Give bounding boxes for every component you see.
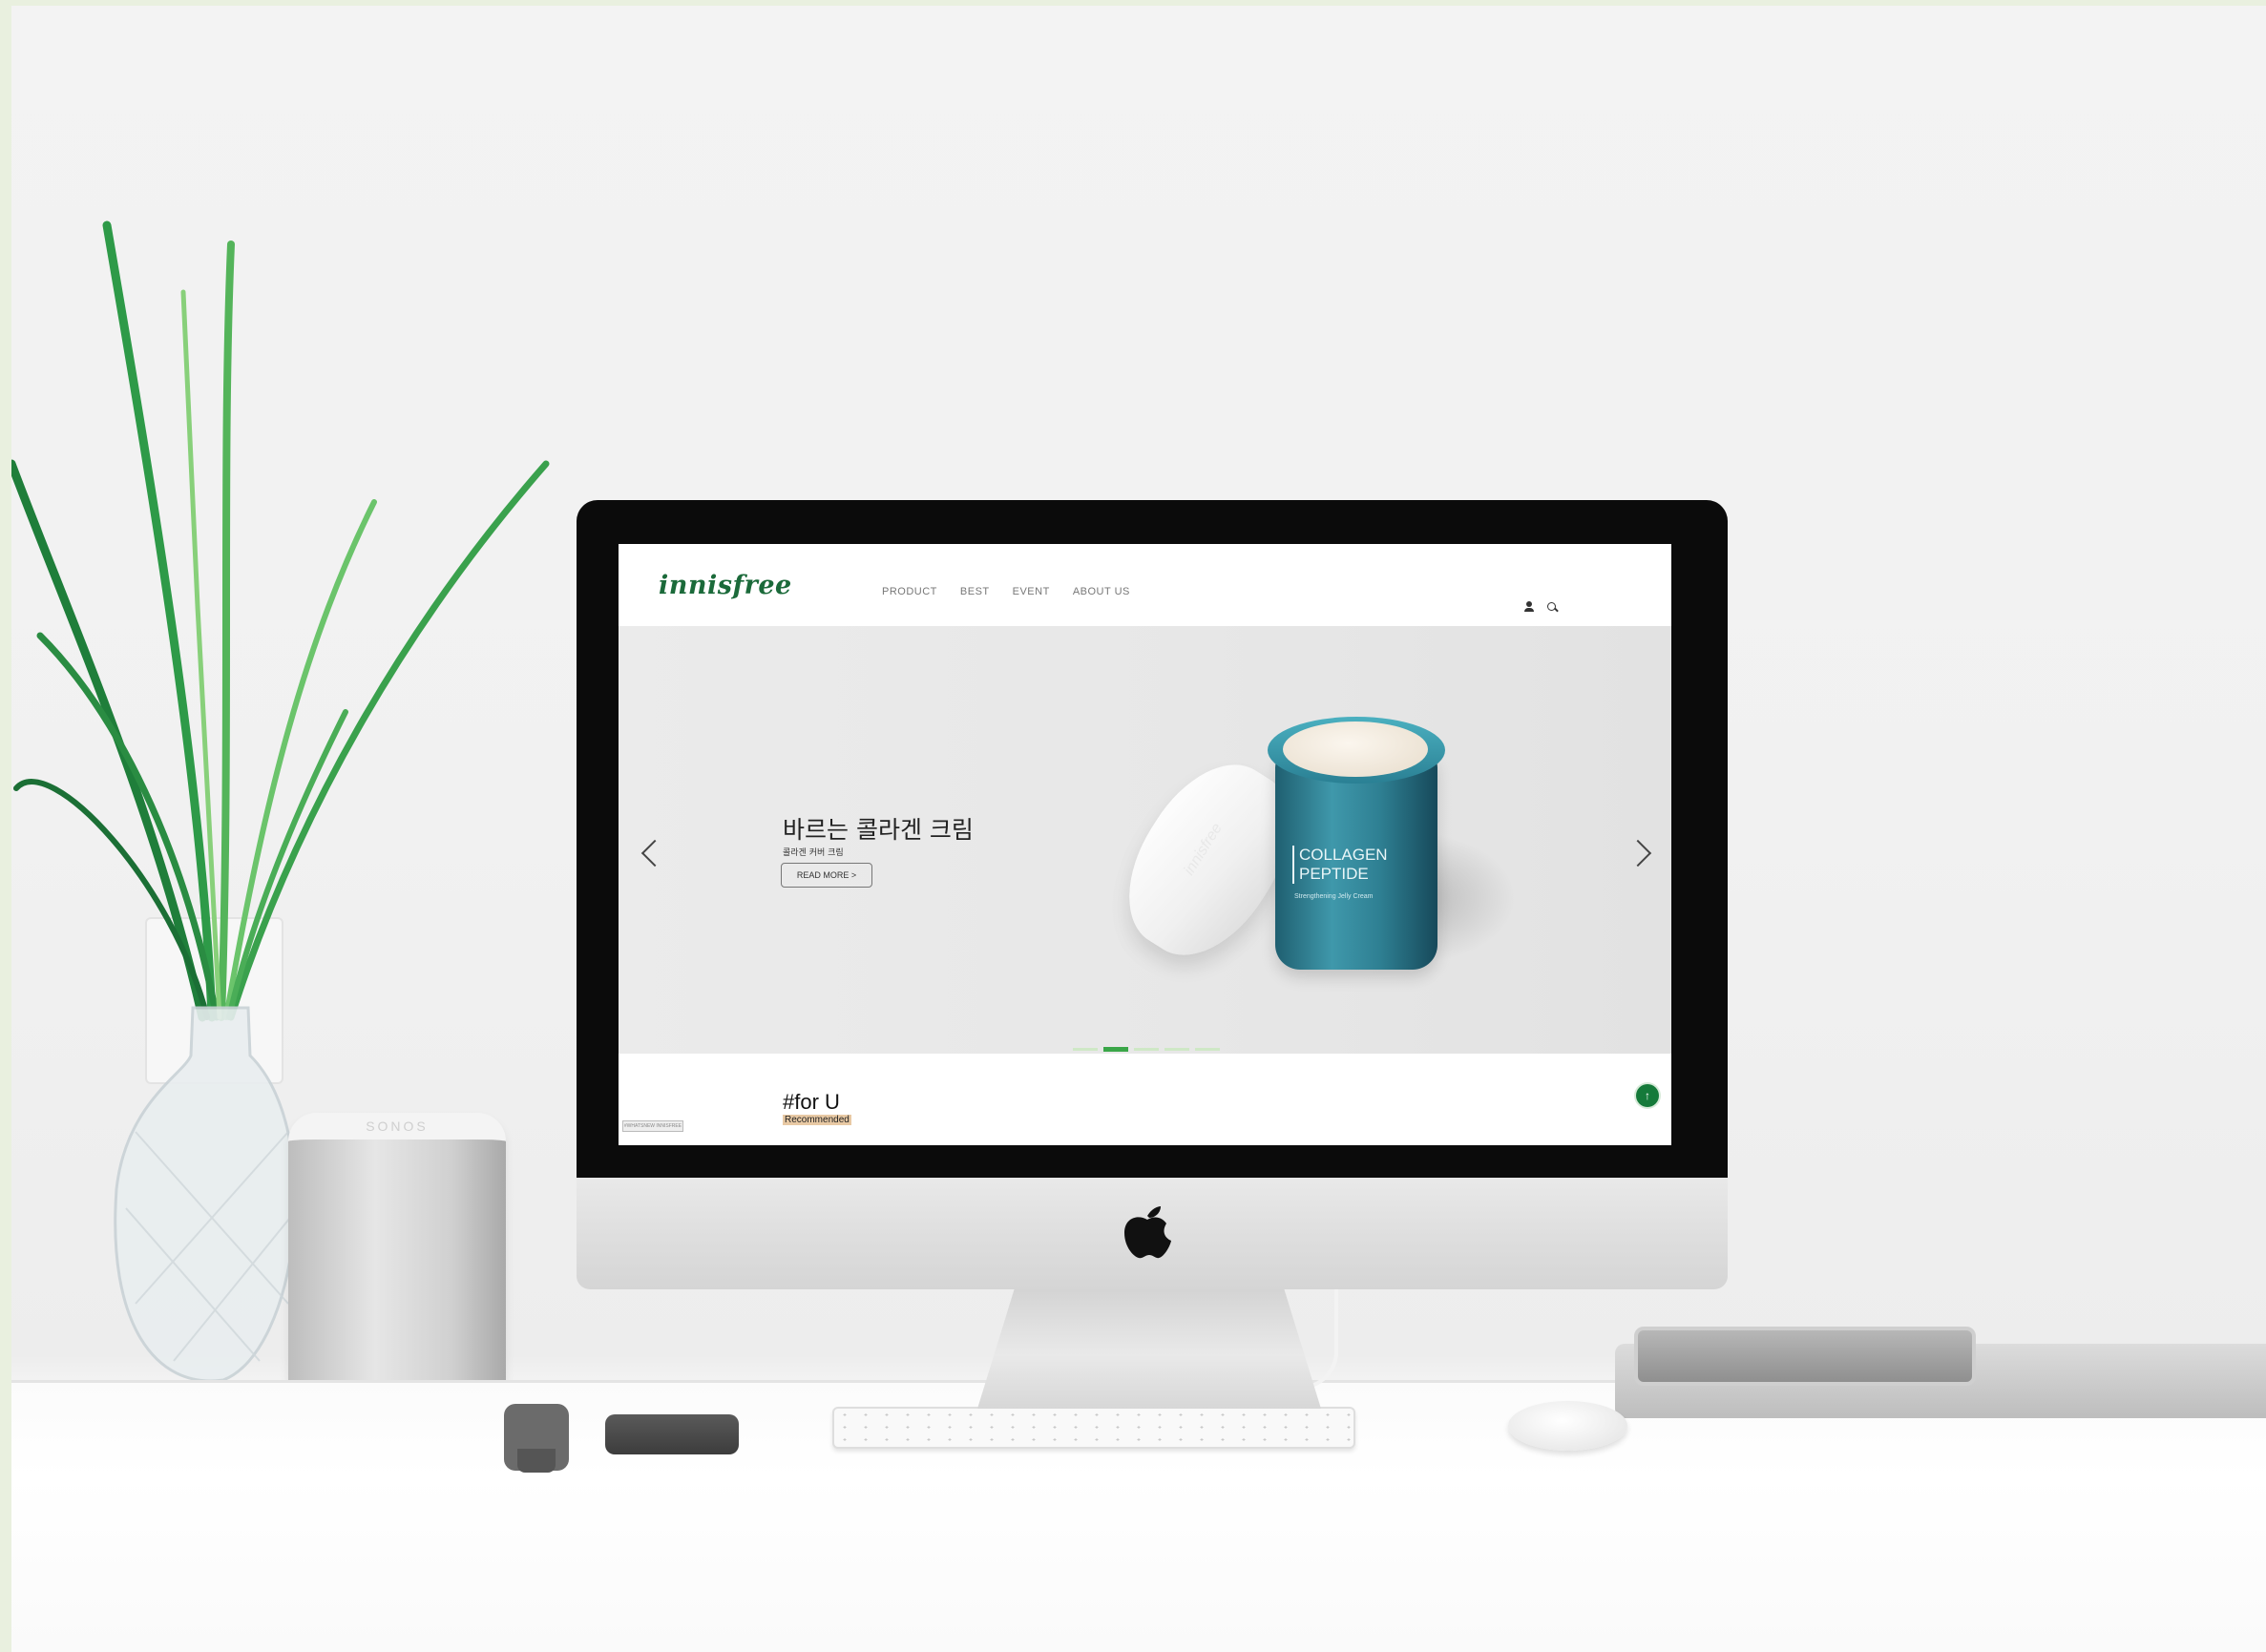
monitor-stand [977, 1275, 1321, 1409]
nav-item-about-us[interactable]: ABOUT US [1073, 586, 1130, 597]
product-label-line2: PEPTIDE [1299, 865, 1369, 883]
hero-slider: 바르는 콜라겐 크림 콜라겐 커버 크림 READ MORE > innisfr… [619, 626, 1671, 1054]
speaker-brand-text: SONOS [366, 1119, 429, 1134]
arrow-up-icon: ↑ [1645, 1089, 1650, 1102]
keyboard [832, 1407, 1355, 1449]
product-label-line1: COLLAGEN [1299, 846, 1388, 864]
search-icon[interactable] [1546, 601, 1558, 613]
smartphone [605, 1414, 739, 1454]
section-title: #for U [783, 1090, 840, 1114]
apple-logo-icon [1119, 1201, 1176, 1260]
product-label: COLLAGEN PEPTIDE [1292, 846, 1388, 884]
tablet [1634, 1327, 1976, 1386]
nav-item-product[interactable]: PRODUCT [882, 586, 937, 597]
product-cream [1283, 721, 1428, 777]
scroll-top-button[interactable]: ↑ [1636, 1084, 1659, 1107]
slider-pagination [1073, 1047, 1220, 1052]
lid-brand-text: innisfree [1181, 820, 1226, 879]
header-icons [1523, 601, 1558, 613]
watch-band [517, 1449, 556, 1473]
slide-dot-active[interactable] [1103, 1047, 1128, 1052]
slide-dot[interactable] [1073, 1048, 1098, 1051]
hero-title: 바르는 콜라겐 크림 [783, 816, 974, 844]
slide-dot[interactable] [1164, 1048, 1189, 1051]
whats-new-badge[interactable]: #WHATSNEW INNISFREE [622, 1120, 683, 1132]
site-header: innisfree PRODUCT BEST EVENT ABOUT US [619, 544, 1671, 626]
website-screen: innisfree PRODUCT BEST EVENT ABOUT US 바르… [619, 544, 1671, 1145]
brand-logo[interactable]: innisfree [659, 571, 792, 600]
read-more-button[interactable]: READ MORE > [781, 863, 872, 888]
nav-item-event[interactable]: EVENT [1013, 586, 1050, 597]
slide-dot[interactable] [1134, 1048, 1159, 1051]
hero-subtitle: 콜라겐 커버 크림 [783, 848, 844, 858]
section-subtitle: Recommended [783, 1115, 851, 1125]
slide-dot[interactable] [1195, 1048, 1220, 1051]
chevron-left-icon[interactable] [640, 836, 661, 870]
main-nav: PRODUCT BEST EVENT ABOUT US [882, 586, 1130, 597]
speaker: SONOS [288, 1113, 506, 1404]
desk-scene: SONOS innisfree PRODUCT BEST EVENT ABOUT… [11, 6, 2266, 1652]
product-label-sub: Strengthening Jelly Cream [1294, 893, 1374, 900]
chevron-right-icon[interactable] [1632, 836, 1653, 870]
user-icon[interactable] [1523, 601, 1535, 613]
mouse [1508, 1401, 1627, 1451]
nav-item-best[interactable]: BEST [960, 586, 990, 597]
